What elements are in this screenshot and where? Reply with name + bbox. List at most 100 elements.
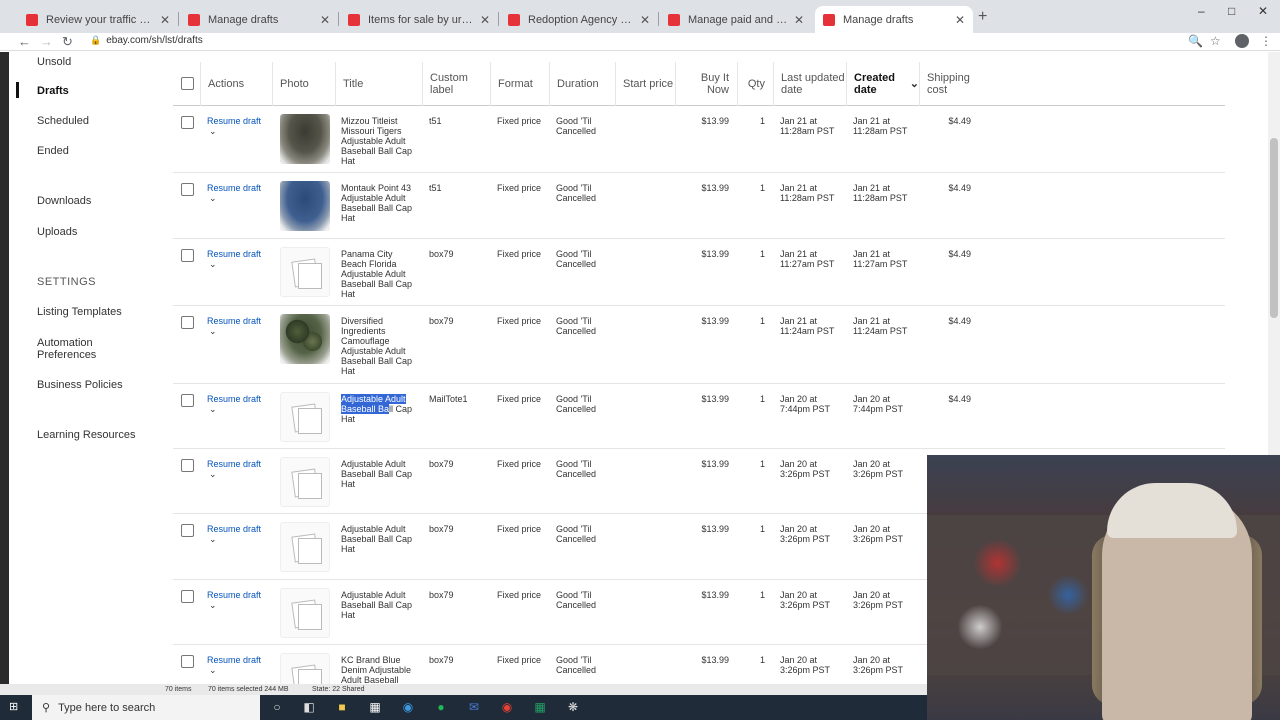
chevron-down-icon[interactable]: ⌄ (209, 259, 217, 270)
col-qty[interactable]: Qty (737, 62, 773, 106)
spotify-icon[interactable]: ● (434, 700, 448, 714)
forward-icon[interactable]: → (40, 34, 53, 49)
row-checkbox[interactable] (181, 116, 194, 129)
resume-draft-link[interactable]: Resume draft (207, 590, 261, 600)
chrome-icon[interactable]: ◉ (500, 700, 514, 714)
sidebar-item-listing-templates[interactable]: Listing Templates (37, 306, 122, 318)
sidebar-item-uploads[interactable]: Uploads (37, 226, 77, 238)
buy-it-now-price[interactable]: $13.99 (675, 316, 729, 326)
close-tab-icon[interactable]: ✕ (480, 13, 490, 27)
resume-draft-link[interactable]: Resume draft (207, 459, 261, 469)
url-field[interactable]: 🔒 ebay.com/sh/lst/drafts (90, 35, 203, 46)
item-title[interactable]: Mizzou Titleist Missouri Tigers Adjustab… (341, 116, 416, 166)
item-title[interactable]: Adjustable Adult Baseball Ball Cap Hat (341, 590, 416, 620)
quantity[interactable]: 1 (737, 116, 765, 126)
profile-avatar[interactable] (1235, 34, 1249, 48)
bookmark-star-icon[interactable]: ☆ (1210, 34, 1221, 48)
windows-start-icon[interactable]: ⊞ (9, 701, 21, 713)
scrollbar-thumb[interactable] (1270, 138, 1278, 318)
reload-icon[interactable]: ↻ (62, 34, 73, 50)
item-photo[interactable] (280, 653, 330, 684)
chevron-down-icon[interactable]: ⌄ (209, 469, 217, 480)
close-tab-icon[interactable]: ✕ (640, 13, 650, 27)
edge-icon[interactable]: ◉ (401, 700, 415, 714)
col-format[interactable]: Format (490, 62, 549, 106)
zoom-icon[interactable]: 🔍 (1188, 34, 1203, 48)
chevron-down-icon[interactable]: ⌄ (209, 326, 217, 337)
item-photo[interactable] (280, 114, 330, 164)
col-shipping-cost[interactable]: Shipping cost (919, 62, 979, 106)
window-close-icon[interactable]: ✕ (1258, 4, 1268, 18)
browser-tab[interactable]: Manage drafts ✕ (180, 6, 338, 33)
resume-draft-link[interactable]: Resume draft (207, 116, 261, 126)
resume-draft-link[interactable]: Resume draft (207, 316, 261, 326)
item-title[interactable]: Montauk Point 43 Adjustable Adult Baseba… (341, 183, 416, 223)
resume-draft-link[interactable]: Resume draft (207, 655, 261, 665)
row-checkbox[interactable] (181, 249, 194, 262)
quantity[interactable]: 1 (737, 524, 765, 534)
buy-it-now-price[interactable]: $13.99 (675, 459, 729, 469)
col-title[interactable]: Title (335, 62, 422, 106)
item-title[interactable]: Diversified Ingredients Camouflage Adjus… (341, 316, 416, 376)
quantity[interactable]: 1 (737, 183, 765, 193)
sidebar-item-business-policies[interactable]: Business Policies (37, 379, 123, 391)
col-start-price[interactable]: Start price (615, 62, 675, 106)
col-created-date[interactable]: Created date ⌄ (846, 62, 919, 106)
buy-it-now-price[interactable]: $13.99 (675, 590, 729, 600)
buy-it-now-price[interactable]: $13.99 (675, 524, 729, 534)
chevron-down-icon[interactable]: ⌄ (209, 193, 217, 204)
col-duration[interactable]: Duration (549, 62, 615, 106)
buy-it-now-price[interactable]: $13.99 (675, 394, 729, 404)
resume-draft-link[interactable]: Resume draft (207, 394, 261, 404)
browser-tab[interactable]: Items for sale by urban_picker | e ✕ (340, 6, 498, 33)
buy-it-now-price[interactable]: $13.99 (675, 116, 729, 126)
chevron-down-icon[interactable]: ⌄ (209, 534, 217, 545)
item-photo[interactable] (280, 522, 330, 572)
item-title[interactable]: Panama City Beach Florida Adjustable Adu… (341, 249, 416, 299)
item-photo[interactable] (280, 588, 330, 638)
sidebar-item-scheduled[interactable]: Scheduled (37, 115, 89, 127)
item-photo[interactable] (280, 247, 330, 297)
quantity[interactable]: 1 (737, 459, 765, 469)
back-icon[interactable]: ← (18, 34, 31, 49)
sidebar-item-automation-preferences[interactable]: Automation Preferences (37, 337, 117, 361)
browser-tab[interactable]: Manage paid and shipped order ✕ (660, 6, 812, 33)
close-tab-icon[interactable]: ✕ (955, 13, 965, 27)
excel-icon[interactable]: ▦ (533, 700, 547, 714)
quantity[interactable]: 1 (737, 655, 765, 665)
new-tab-icon[interactable]: + (978, 8, 987, 26)
row-checkbox[interactable] (181, 524, 194, 537)
select-all-checkbox[interactable] (181, 77, 194, 90)
close-tab-icon[interactable]: ✕ (160, 13, 170, 27)
store-icon[interactable]: ▦ (368, 700, 382, 714)
item-title[interactable]: Adjustable Adult Baseball Ball Cap Hat (341, 524, 416, 554)
cortana-icon[interactable]: ○ (270, 700, 284, 714)
chevron-down-icon[interactable]: ⌄ (209, 404, 217, 415)
buy-it-now-price[interactable]: $13.99 (675, 183, 729, 193)
browser-menu-icon[interactable]: ⋮ (1260, 34, 1272, 48)
browser-tab[interactable]: Review your traffic reports — eB ✕ (18, 6, 178, 33)
quantity[interactable]: 1 (737, 316, 765, 326)
obs-icon[interactable]: ❋ (566, 700, 580, 714)
resume-draft-link[interactable]: Resume draft (207, 249, 261, 259)
quantity[interactable]: 1 (737, 249, 765, 259)
item-title[interactable]: KC Brand Blue Denim Adjustable Adult Bas… (341, 655, 416, 684)
minimize-icon[interactable]: – (1198, 4, 1205, 18)
col-custom-label[interactable]: Custom label (422, 62, 490, 106)
sidebar-item-ended[interactable]: Ended (37, 145, 69, 157)
quantity[interactable]: 1 (737, 394, 765, 404)
chevron-down-icon[interactable]: ⌄ (209, 126, 217, 137)
sort-desc-icon[interactable]: ⌄ (910, 78, 919, 90)
close-tab-icon[interactable]: ✕ (320, 13, 330, 27)
row-checkbox[interactable] (181, 655, 194, 668)
item-title[interactable]: Adjustable Adult Baseball Ball Cap Hat (341, 394, 416, 424)
col-buy-it-now[interactable]: Buy It Now (675, 62, 737, 106)
buy-it-now-price[interactable]: $13.99 (675, 249, 729, 259)
row-checkbox[interactable] (181, 183, 194, 196)
item-photo[interactable] (280, 314, 330, 364)
quantity[interactable]: 1 (737, 590, 765, 600)
sidebar-item-drafts[interactable]: Drafts (37, 85, 69, 97)
item-photo[interactable] (280, 457, 330, 507)
row-checkbox[interactable] (181, 459, 194, 472)
task-view-icon[interactable]: ◧ (302, 700, 316, 714)
